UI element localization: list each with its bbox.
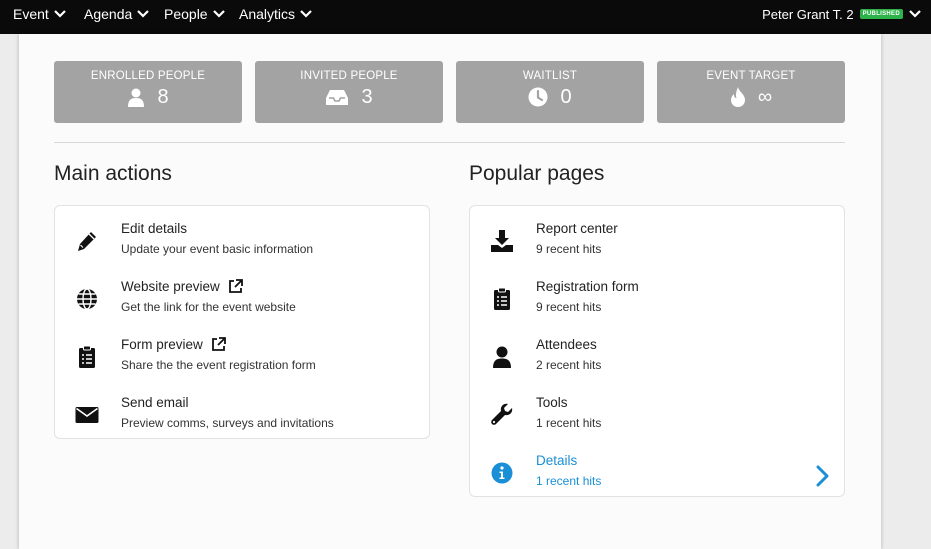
action-title: Website preview: [121, 279, 220, 294]
nav-people[interactable]: People: [164, 0, 225, 28]
page-details[interactable]: Details 1 recent hits: [470, 443, 844, 493]
background-left: [0, 34, 19, 549]
person-icon: [128, 88, 145, 107]
envelope-icon: [75, 403, 99, 427]
pencil-icon: [75, 229, 99, 253]
action-send-email[interactable]: Send email Preview comms, surveys and in…: [55, 385, 429, 435]
stat-label: INVITED PEOPLE: [300, 70, 398, 82]
action-edit-details[interactable]: Edit details Update your event basic inf…: [55, 211, 429, 261]
nav-event[interactable]: Event: [13, 0, 66, 28]
page-hits: 1 recent hits: [536, 474, 602, 488]
info-icon: [490, 461, 514, 485]
stat-event-target[interactable]: EVENT TARGET ∞: [657, 61, 845, 123]
top-nav-bar: Event Agenda People Analytics Peter Gran…: [0, 0, 931, 34]
chevron-down-icon: [212, 10, 225, 18]
background-right: [881, 34, 931, 549]
action-form-preview[interactable]: Form preview Share the the event registr…: [55, 327, 429, 377]
action-subtitle: Update your event basic information: [121, 242, 314, 256]
action-website-preview[interactable]: Website preview Get the link for the eve…: [55, 269, 429, 319]
action-subtitle: Preview comms, surveys and invitations: [121, 416, 334, 430]
external-link-icon[interactable]: [228, 279, 243, 294]
divider: [54, 142, 845, 143]
chevron-down-icon: [909, 10, 921, 18]
chevron-right-icon[interactable]: [816, 465, 830, 492]
nav-agenda-label: Agenda: [84, 6, 133, 22]
wrench-icon: [490, 403, 514, 427]
main-actions-card: Edit details Update your event basic inf…: [54, 205, 430, 439]
nav-event-label: Event: [13, 6, 49, 22]
external-link-icon[interactable]: [211, 337, 226, 352]
page-report-center[interactable]: Report center 9 recent hits: [470, 211, 844, 261]
main-actions-title: Main actions: [54, 162, 172, 185]
action-title: Send email: [121, 395, 189, 410]
stat-enrolled-people[interactable]: ENROLLED PEOPLE 8: [54, 61, 242, 123]
page-hits: 9 recent hits: [536, 300, 602, 314]
page-title: Report center: [536, 221, 618, 236]
page-tools[interactable]: Tools 1 recent hits: [470, 385, 844, 435]
globe-icon: [75, 287, 99, 311]
page-title: Attendees: [536, 337, 597, 352]
nav-analytics-label: Analytics: [239, 6, 296, 22]
action-title: Form preview: [121, 337, 203, 352]
stat-label: ENROLLED PEOPLE: [90, 70, 206, 82]
action-title-wrap: Website preview: [121, 279, 243, 294]
user-menu[interactable]: Peter Grant T. 2 PUBLISHED: [762, 0, 921, 28]
user-name: Peter Grant T. 2: [762, 6, 854, 22]
page-hits: 9 recent hits: [536, 242, 602, 256]
stat-value: 0: [560, 85, 572, 108]
clipboard-icon: [490, 287, 514, 311]
stat-label: WAITLIST: [522, 70, 578, 82]
page-hits: 1 recent hits: [536, 416, 602, 430]
nav-agenda[interactable]: Agenda: [84, 0, 150, 28]
nav-analytics[interactable]: Analytics: [239, 0, 312, 28]
flame-icon: [730, 87, 745, 107]
person-icon: [490, 345, 514, 369]
inbox-icon: [326, 89, 349, 105]
action-title-wrap: Form preview: [121, 337, 226, 352]
page-title: Registration form: [536, 279, 639, 294]
chevron-down-icon: [54, 10, 66, 18]
stat-invited-people[interactable]: INVITED PEOPLE 3: [255, 61, 443, 123]
page-title: Details: [536, 453, 578, 468]
nav-people-label: People: [164, 6, 208, 22]
stat-value: 3: [361, 85, 373, 108]
stat-value: 8: [157, 85, 169, 108]
chevron-down-icon: [300, 10, 312, 18]
action-subtitle: Get the link for the event website: [121, 300, 296, 314]
clipboard-icon: [75, 345, 99, 369]
action-subtitle: Share the the event registration form: [121, 358, 316, 372]
chevron-down-icon: [137, 10, 150, 18]
page-attendees[interactable]: Attendees 2 recent hits: [470, 327, 844, 377]
page-title: Tools: [536, 395, 568, 410]
popular-pages-card: Report center 9 recent hits Registration…: [469, 205, 845, 497]
action-title: Edit details: [121, 221, 188, 236]
page-hits: 2 recent hits: [536, 358, 602, 372]
page-registration-form[interactable]: Registration form 9 recent hits: [470, 269, 844, 319]
download-icon: [490, 229, 514, 253]
popular-pages-title: Popular pages: [469, 162, 605, 185]
status-badge: PUBLISHED: [859, 9, 903, 19]
stat-waitlist[interactable]: WAITLIST 0: [456, 61, 644, 123]
clock-icon: [528, 87, 548, 107]
stat-label: EVENT TARGET: [706, 70, 796, 82]
stat-value: ∞: [757, 85, 773, 108]
